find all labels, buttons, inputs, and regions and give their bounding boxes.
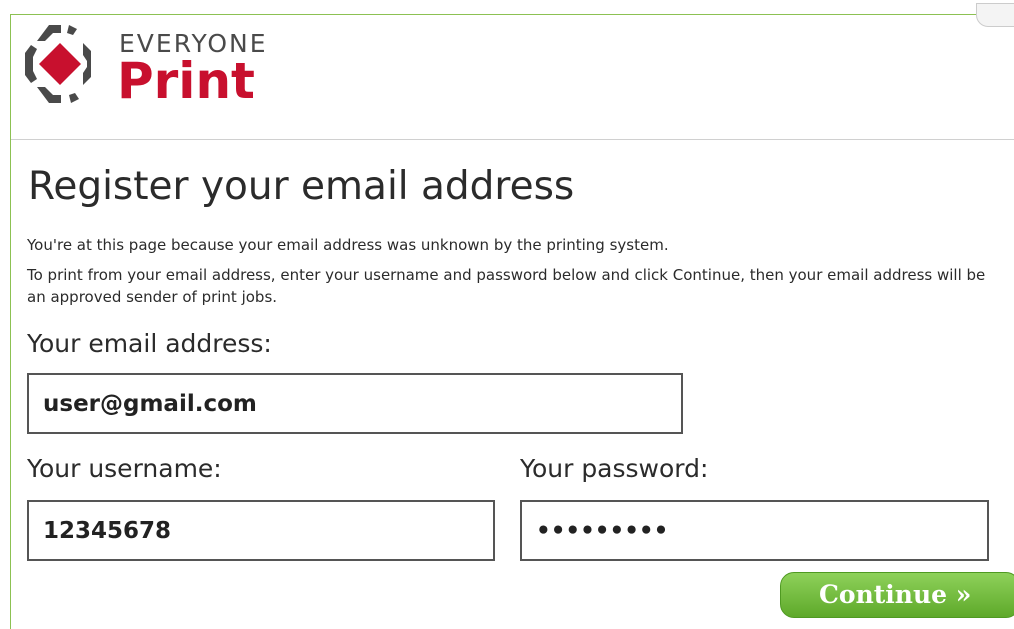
everyone-print-logo-icon bbox=[25, 25, 91, 103]
username-label: Your username: bbox=[27, 454, 222, 483]
everyone-print-logo: EVERYONE Print bbox=[17, 21, 277, 111]
username-field[interactable] bbox=[27, 500, 495, 561]
password-label: Your password: bbox=[520, 454, 709, 483]
page-title: Register your email address bbox=[28, 164, 575, 209]
info-text-unknown-email: You're at this page because your email a… bbox=[27, 236, 669, 254]
continue-button[interactable]: Continue » bbox=[780, 572, 1014, 618]
site-header: EVERYONE Print bbox=[11, 3, 1014, 140]
email-field[interactable] bbox=[27, 373, 683, 434]
email-label: Your email address: bbox=[27, 329, 272, 358]
corner-tab bbox=[976, 3, 1014, 27]
info-text-instructions: To print from your email address, enter … bbox=[27, 266, 986, 306]
password-field[interactable] bbox=[520, 500, 989, 561]
logo-text-print: Print bbox=[117, 52, 255, 110]
page-frame: EVERYONE Print Register your email addre… bbox=[10, 3, 1014, 629]
